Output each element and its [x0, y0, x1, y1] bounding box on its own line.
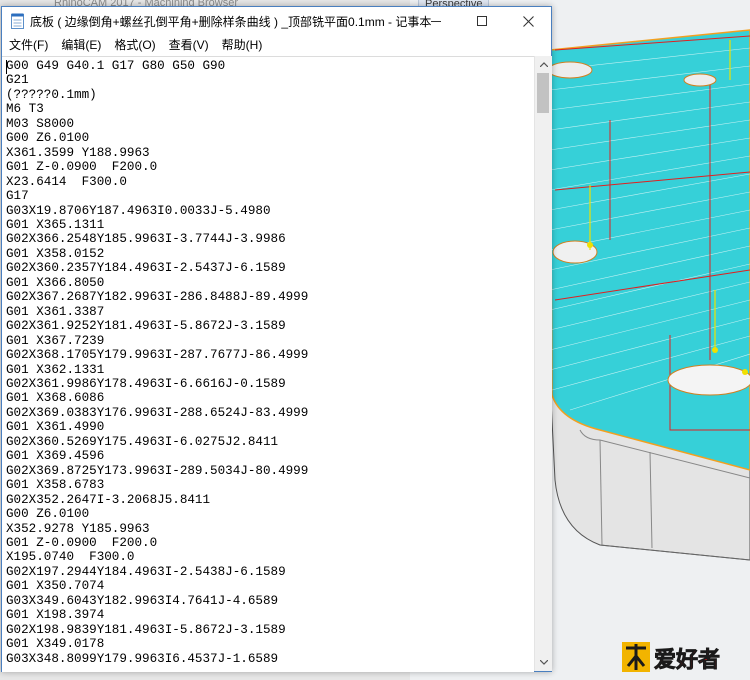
code-line: G01 X198.3974 — [6, 608, 105, 623]
code-line: G01 X358.6783 — [6, 478, 105, 493]
maximize-icon — [477, 16, 487, 26]
code-line: X352.9278 Y185.9963 — [6, 521, 150, 536]
scroll-up-button[interactable] — [535, 56, 552, 73]
menu-edit[interactable]: 编辑(E) — [54, 35, 107, 55]
code-line: G00 G49 G40.1 G17 G80 G50 G90 — [6, 59, 226, 73]
close-icon — [522, 15, 534, 27]
menu-format[interactable]: 格式(O) — [107, 35, 161, 55]
code-line: G02X360.2357Y184.4963I-2.5437J-6.1589 — [6, 261, 286, 276]
minimize-button[interactable] — [413, 7, 459, 35]
title-bar[interactable]: 底板 ( 边缘倒角+螺丝孔倒平角+删除样条曲线 ) _顶部铣平面0.1mm - … — [2, 7, 551, 35]
code-line: X23.6414 F300.0 — [6, 174, 127, 189]
code-line: G00 Z6.0100 — [6, 131, 90, 146]
menu-file[interactable]: 文件(F) — [2, 35, 54, 55]
menu-view[interactable]: 查看(V) — [162, 35, 215, 55]
code-line: G21 — [6, 73, 29, 88]
code-line: M03 S8000 — [6, 116, 75, 131]
code-line: G02X368.1705Y179.9963I-287.7677J-86.4999 — [6, 348, 309, 363]
maximize-button[interactable] — [459, 7, 505, 35]
scroll-down-button[interactable] — [535, 654, 552, 671]
code-line: X195.0740 F300.0 — [6, 550, 135, 565]
code-line: G02X360.5269Y175.4963I-6.0275J2.8411 — [6, 434, 279, 449]
code-line: G01 Z-0.0900 F200.0 — [6, 160, 158, 175]
code-line: G02X361.9252Y181.4963I-5.8672J-3.1589 — [6, 319, 286, 334]
code-line: G01 X361.3387 — [6, 304, 105, 319]
code-line: G02X361.9986Y178.4963I-6.6616J-0.1589 — [6, 376, 286, 391]
text-cursor — [6, 60, 7, 74]
code-line: G01 X362.1331 — [6, 362, 105, 377]
text-editor-area[interactable]: G00 G49 G40.1 G17 G80 G50 G90 G21 (?????… — [2, 56, 534, 672]
code-line: G02X367.2687Y182.9963I-286.8488J-89.4999 — [6, 290, 309, 305]
code-line: X361.3599 Y188.9963 — [6, 145, 150, 160]
code-line: G02X352.2647I-3.2068J5.8411 — [6, 492, 211, 507]
scrollbar-thumb[interactable] — [537, 73, 549, 113]
close-button[interactable] — [505, 7, 551, 35]
chevron-up-icon — [539, 62, 548, 67]
code-line: G00 Z6.0100 — [6, 507, 90, 522]
code-line: G01 X361.4990 — [6, 420, 105, 435]
code-line: G01 X368.6086 — [6, 391, 105, 406]
code-line: G02X369.0383Y176.9963I-288.6524J-83.4999 — [6, 405, 309, 420]
code-line: G01 X367.7239 — [6, 333, 105, 348]
gcode-text: G00 G49 G40.1 G17 G80 G50 G90 G21 (?????… — [6, 59, 308, 666]
code-line: G01 X366.8050 — [6, 275, 105, 290]
code-line: (?????0.1mm) — [6, 87, 97, 102]
code-line: G01 X349.0178 — [6, 637, 105, 652]
site-watermark-logo: 爱好者 — [622, 642, 720, 673]
chevron-down-icon — [539, 660, 548, 665]
notepad-window: 底板 ( 边缘倒角+螺丝孔倒平角+删除样条曲线 ) _顶部铣平面0.1mm - … — [1, 6, 552, 672]
code-line: G02X369.8725Y173.9963I-289.5034J-80.4999 — [6, 463, 309, 478]
code-line: G17 — [6, 189, 29, 204]
code-line: G01 Z-0.0900 F200.0 — [6, 535, 158, 550]
code-line: G03X349.6043Y182.9963I4.7641J-4.6589 — [6, 593, 279, 608]
code-line: G02X197.2944Y184.4963I-2.5438J-6.1589 — [6, 564, 286, 579]
vertical-scrollbar[interactable] — [534, 56, 552, 671]
code-line: G03X19.8706Y187.4963I0.0033J-5.4980 — [6, 203, 271, 218]
window-title: 底板 ( 边缘倒角+螺丝孔倒平角+删除样条曲线 ) _顶部铣平面0.1mm - … — [30, 15, 432, 29]
menu-help[interactable]: 帮助(H) — [215, 35, 269, 55]
code-line: G02X198.9839Y181.4963I-5.8672J-3.1589 — [6, 622, 286, 637]
code-line: M6 T3 — [6, 102, 44, 117]
code-line: G01 X358.0152 — [6, 246, 105, 261]
menu-bar: 文件(F) 编辑(E) 格式(O) 查看(V) 帮助(H) — [2, 35, 551, 55]
code-line: G01 X369.4596 — [6, 449, 105, 464]
svg-text:爱好者: 爱好者 — [654, 647, 720, 673]
code-line: G01 X365.1311 — [6, 217, 105, 232]
code-line: G01 X350.7074 — [6, 579, 105, 594]
notepad-icon — [11, 13, 24, 29]
code-line: G02X366.2548Y185.9963I-3.7744J-3.9986 — [6, 232, 286, 247]
minimize-icon — [431, 21, 441, 22]
code-line: G03X348.8099Y179.9963I6.4537J-1.6589 — [6, 651, 279, 666]
